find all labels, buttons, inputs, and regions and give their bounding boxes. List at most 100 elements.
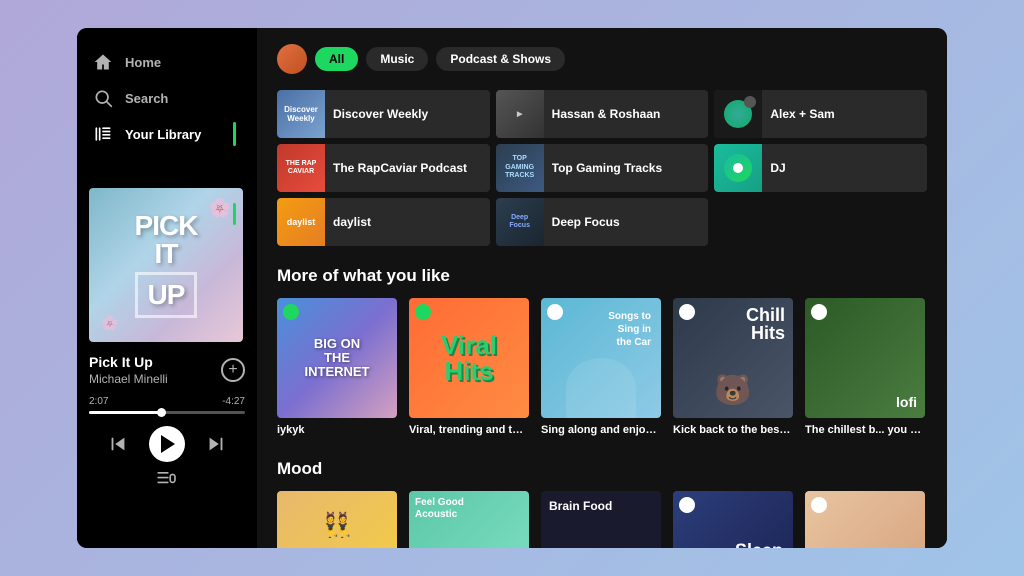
card-feelgood[interactable]: Feel GoodAcoustic 🎸 Feel Good Acoustic xyxy=(409,491,529,548)
filter-pill-music[interactable]: Music xyxy=(366,47,428,71)
total-time: -4:27 xyxy=(222,396,245,407)
quick-item-dw[interactable]: DiscoverWeekly Discover Weekly xyxy=(277,90,490,138)
spotify-dot-viral xyxy=(415,304,431,320)
quick-item-dj[interactable]: DJ xyxy=(714,144,927,192)
card-img-singalong: Songs toSing inthe Car xyxy=(541,298,661,418)
search-icon xyxy=(93,88,113,108)
card-singalong[interactable]: Songs toSing inthe Car Sing along and en… xyxy=(541,298,661,439)
quick-thumb-rapcaviar: THE RAPCAVIAR xyxy=(277,144,325,192)
sidebar: Home Search xyxy=(77,28,257,548)
quick-label-daylist: daylist xyxy=(333,215,490,229)
quick-thumb-dw: DiscoverWeekly xyxy=(277,90,325,138)
search-label: Search xyxy=(125,91,168,106)
quick-label-dj: DJ xyxy=(770,161,927,175)
skip-forward-button[interactable] xyxy=(205,433,227,455)
card-title-iykyk: iykyk xyxy=(277,424,397,436)
card-img-lofi: lofi xyxy=(805,298,925,418)
album-art: PICK IT UP 🌸 🌸 xyxy=(89,188,243,342)
play-icon xyxy=(161,435,175,453)
track-info: Pick It Up Michael Minelli + xyxy=(89,354,245,386)
card-img-chillhits: ChillHits 🐻 xyxy=(673,298,793,418)
progress-bar[interactable] xyxy=(89,411,245,414)
home-icon xyxy=(93,52,113,72)
spotify-dot-lofi xyxy=(811,304,827,320)
progress-section: 2:07 -4:27 xyxy=(89,396,245,414)
spotify-dot-chillhits xyxy=(679,304,695,320)
quick-thumb-alexsam xyxy=(714,90,762,138)
card-haveg[interactable]: 👱‍♀️ Have a G... xyxy=(805,491,925,548)
quick-picks-grid: DiscoverWeekly Discover Weekly ▶ Hassan … xyxy=(277,90,927,246)
card-img-haveg: 👱‍♀️ xyxy=(805,491,925,548)
section-more: More of what you like BIG ONTHEINTERNET … xyxy=(277,266,927,439)
quick-thumb-deepfocus: DeepFocus xyxy=(496,198,544,246)
quick-label-deepfocus: Deep Focus xyxy=(552,215,709,229)
quick-item-alexsam[interactable]: Alex + Sam xyxy=(714,90,927,138)
card-viral[interactable]: ViralHits Viral, trending and taking off… xyxy=(409,298,529,439)
spotify-dot-singalong xyxy=(547,304,563,320)
card-img-sleep: Sleep xyxy=(673,491,793,548)
quick-thumb-dj xyxy=(714,144,762,192)
card-chillhits[interactable]: ChillHits 🐻 Kick back to the best new an… xyxy=(673,298,793,439)
quick-thumb-topgaming: TOPGAMINGTRACKS xyxy=(496,144,544,192)
library-label: Your Library xyxy=(125,127,201,142)
library-icon xyxy=(93,124,113,144)
card-title-singalong: Sing along and enjoy the drive.... xyxy=(541,424,661,436)
quick-item-topgaming[interactable]: TOPGAMINGTRACKS Top Gaming Tracks xyxy=(496,144,709,192)
quick-label-hassan: Hassan & Roshaan xyxy=(552,107,709,121)
app-window: Home Search xyxy=(77,28,947,548)
main-content: All Music Podcast & Shows DiscoverWeekly… xyxy=(257,28,947,548)
play-button[interactable] xyxy=(149,426,185,462)
progress-fill xyxy=(89,411,162,414)
card-img-brainfood: Brain Food 🧠 xyxy=(541,491,661,548)
quick-item-rapcaviar[interactable]: THE RAPCAVIAR The RapCaviar Podcast xyxy=(277,144,490,192)
spotify-dot-sleep xyxy=(679,497,695,513)
card-row-mood: Good Vibes 👯 Good Vibes Feel GoodAcousti… xyxy=(277,491,927,548)
sidebar-item-library[interactable]: Your Library xyxy=(77,116,257,152)
active-indicator xyxy=(233,203,236,225)
quick-thumb-hassan: ▶ xyxy=(496,90,544,138)
album-section: PICK IT UP 🌸 🌸 Pick It Up Michael Minell… xyxy=(77,176,257,548)
quick-item-daylist[interactable]: daylist daylist xyxy=(277,198,490,246)
card-img-goodvibes: Good Vibes 👯 xyxy=(277,491,397,548)
card-img-viral: ViralHits xyxy=(409,298,529,418)
card-goodvibes[interactable]: Good Vibes 👯 Good Vibes xyxy=(277,491,397,548)
card-img-iykyk: BIG ONTHEINTERNET xyxy=(277,298,397,418)
quick-label-topgaming: Top Gaming Tracks xyxy=(552,161,709,175)
filter-row: All Music Podcast & Shows xyxy=(277,44,927,74)
card-sleep[interactable]: Sleep Sleep xyxy=(673,491,793,548)
card-lofi[interactable]: lofi The chillest b... you relax, stu... xyxy=(805,298,925,439)
sidebar-nav: Home Search xyxy=(77,28,257,160)
spotify-dot-iykyk xyxy=(283,304,299,320)
section-mood-title: Mood xyxy=(277,459,927,479)
card-brainfood[interactable]: Brain Food 🧠 Brain Food xyxy=(541,491,661,548)
user-avatar[interactable] xyxy=(277,44,307,74)
track-title: Pick It Up xyxy=(89,354,168,370)
filter-pill-all[interactable]: All xyxy=(315,47,358,71)
track-artist: Michael Minelli xyxy=(89,372,168,386)
section-more-title: More of what you like xyxy=(277,266,927,286)
playback-controls xyxy=(89,426,245,462)
section-mood: Mood Good Vibes 👯 Good Vibes Feel GoodAc xyxy=(277,459,927,548)
card-row-more: BIG ONTHEINTERNET iykyk ViralHits Viral,… xyxy=(277,298,927,439)
quick-label-dw: Discover Weekly xyxy=(333,107,490,121)
card-title-viral: Viral, trending and taking off. xyxy=(409,424,529,436)
skip-back-button[interactable] xyxy=(107,433,129,455)
card-title-lofi: The chillest b... you relax, stu... xyxy=(805,424,925,436)
add-to-library-button[interactable]: + xyxy=(221,358,245,382)
sidebar-item-home[interactable]: Home xyxy=(77,44,257,80)
card-title-chillhits: Kick back to the best new and recent chi… xyxy=(673,424,793,436)
home-label: Home xyxy=(125,55,161,70)
quick-item-deepfocus[interactable]: DeepFocus Deep Focus xyxy=(496,198,709,246)
card-iykyk[interactable]: BIG ONTHEINTERNET iykyk xyxy=(277,298,397,439)
queue-button[interactable] xyxy=(89,472,245,488)
quick-label-alexsam: Alex + Sam xyxy=(770,107,927,121)
quick-label-rapcaviar: The RapCaviar Podcast xyxy=(333,161,490,175)
quick-thumb-daylist: daylist xyxy=(277,198,325,246)
spotify-dot-haveg xyxy=(811,497,827,513)
sidebar-item-search[interactable]: Search xyxy=(77,80,257,116)
current-time: 2:07 xyxy=(89,396,108,407)
quick-item-hassan[interactable]: ▶ Hassan & Roshaan xyxy=(496,90,709,138)
card-img-feelgood: Feel GoodAcoustic 🎸 xyxy=(409,491,529,548)
filter-pill-podcast[interactable]: Podcast & Shows xyxy=(436,47,565,71)
progress-times: 2:07 -4:27 xyxy=(89,396,245,407)
